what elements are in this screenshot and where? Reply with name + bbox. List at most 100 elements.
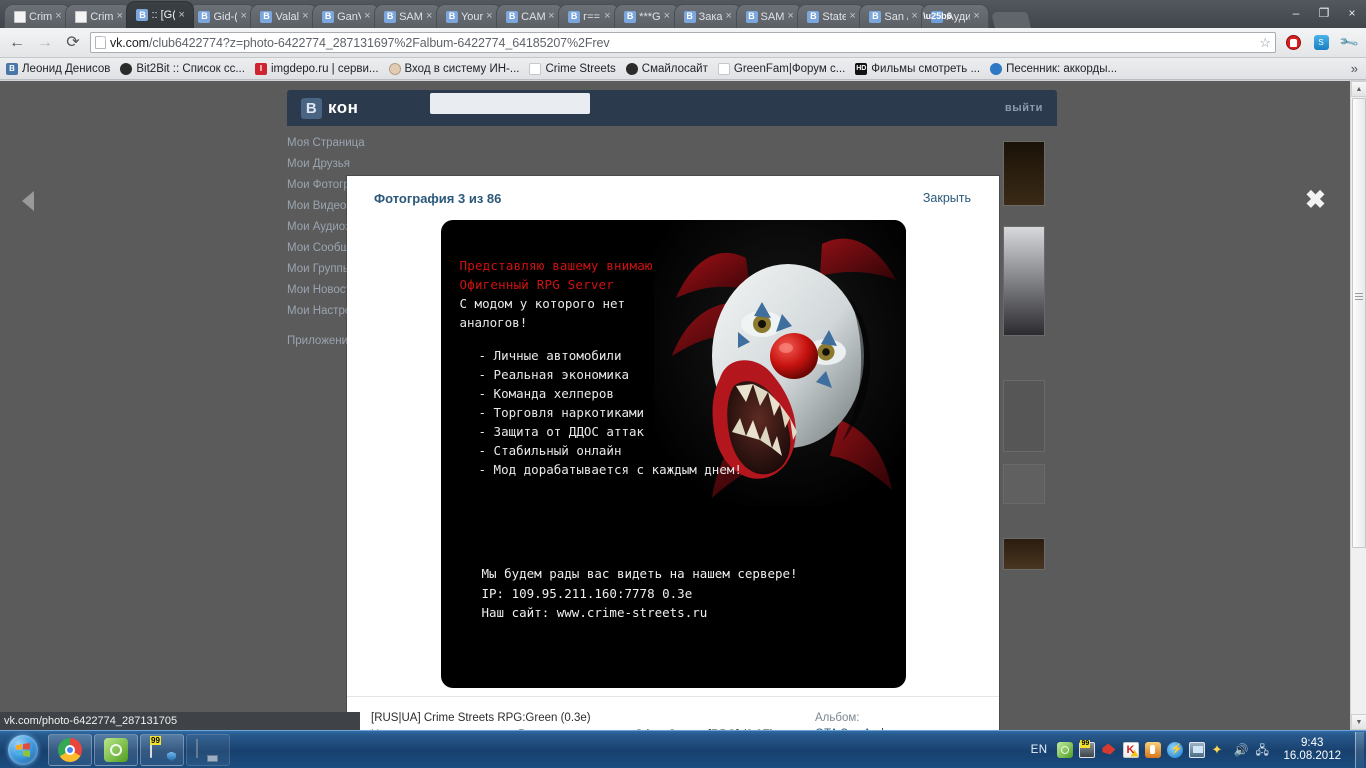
adblock-icon[interactable] [1282, 32, 1304, 54]
vk-logout-link[interactable]: выйти [1005, 102, 1043, 114]
tab-close-icon[interactable]: × [486, 11, 495, 22]
close-window-button[interactable]: × [1338, 3, 1366, 23]
photo-thumbnail[interactable] [1003, 226, 1045, 336]
vk-favicon-icon: B [198, 10, 211, 23]
language-indicator[interactable]: EN [1031, 744, 1048, 756]
wrench-icon[interactable]: 🔧 [1338, 31, 1360, 54]
tab-close-icon[interactable]: × [911, 11, 920, 22]
tab-close-icon[interactable]: × [548, 11, 557, 22]
sidebar-item-my-page[interactable]: Моя Страница [287, 133, 407, 154]
bookmark-item[interactable]: Песенник: аккорды... [990, 62, 1117, 75]
tab-close-icon[interactable]: × [240, 11, 249, 22]
tab-close-icon[interactable]: × [178, 9, 187, 21]
browser-tab[interactable]: B SAM × [374, 4, 442, 28]
reload-icon[interactable]: ⟳ [62, 32, 84, 54]
tab-close-icon[interactable]: × [55, 11, 64, 22]
bookmark-item[interactable]: HD Фильмы смотреть ... [855, 62, 980, 75]
green-circle-tray-icon[interactable] [1057, 741, 1074, 758]
bookmark-item[interactable]: Смайлосайт [625, 62, 708, 75]
browser-tab[interactable]: BGanV× [312, 4, 381, 28]
photo-meta: Альбом: GTA San Andreas Отправитель: Тро… [815, 710, 914, 730]
browser-tab[interactable]: Crim × [4, 4, 72, 28]
remote-desktop-icon [196, 738, 220, 762]
tab-close-icon[interactable]: × [302, 11, 311, 22]
skype-icon[interactable]: S [1310, 32, 1332, 54]
tab-close-icon[interactable]: × [604, 11, 613, 22]
browser-tab[interactable]: B Valal × [250, 4, 319, 28]
poster-feature: - Стабильный онлайн [478, 443, 622, 458]
tab-close-icon[interactable]: × [664, 11, 673, 22]
previous-photo-arrow-icon[interactable] [22, 191, 34, 211]
back-icon[interactable]: ← [6, 32, 28, 54]
photo-thumbnail[interactable] [1003, 538, 1045, 570]
blue-bolt-tray-icon[interactable] [1167, 741, 1184, 758]
photo-thumbnail[interactable] [1003, 464, 1045, 504]
photo-thumbnail[interactable] [1003, 380, 1045, 452]
tab-close-icon[interactable]: × [849, 11, 858, 22]
browser-tab[interactable]: Bг== × [558, 4, 621, 28]
close-viewer-icon[interactable]: ✖ [1305, 188, 1326, 213]
poster-headline-2: Офигенный RPG Server [459, 277, 615, 292]
browser-tab[interactable]: Crim × [65, 4, 133, 28]
tab-close-icon[interactable]: × [364, 11, 373, 22]
tab-close-icon[interactable]: × [426, 11, 435, 22]
scrollbar-thumb[interactable] [1352, 98, 1366, 548]
display-tray-icon[interactable] [1255, 742, 1271, 758]
page-scrollbar[interactable]: ▲ ▼ [1350, 81, 1366, 730]
maximize-button[interactable]: ❐ [1310, 3, 1338, 23]
new-tab-button[interactable] [991, 12, 1032, 28]
address-bar[interactable]: vk.com/club6422774?z=photo-6422774_28713… [90, 32, 1276, 53]
monitor-badge-tray-icon[interactable] [1079, 739, 1096, 758]
bookmark-item[interactable]: Crime Streets [529, 62, 616, 75]
vk-logo[interactable]: B кон [301, 97, 358, 119]
bookmark-star-icon[interactable]: ☆ [1259, 35, 1271, 51]
tab-close-icon[interactable]: × [726, 11, 735, 22]
kaspersky-tray-icon[interactable] [1123, 741, 1140, 758]
vk-favicon-icon: B [445, 10, 458, 23]
sidebar-item-my-friends[interactable]: Мои Друзья [287, 154, 407, 175]
scroll-up-arrow-icon[interactable]: ▲ [1351, 81, 1366, 97]
taskbar-chrome-button[interactable] [48, 733, 92, 766]
start-button[interactable] [0, 732, 46, 768]
taskbar-green-app-button[interactable] [94, 733, 138, 766]
bookmark-item[interactable]: GreenFam|Форум с... [717, 62, 846, 75]
browser-tab[interactable]: B Your × [435, 4, 503, 28]
java-tray-icon[interactable] [1145, 741, 1162, 758]
taskbar-samp-monitor-button[interactable]: 99 [140, 733, 184, 766]
show-desktop-button[interactable] [1355, 731, 1364, 768]
red-arrow-tray-icon[interactable] [1101, 742, 1117, 758]
forward-icon[interactable]: → [34, 32, 56, 54]
taskbar-remote-desktop-button[interactable] [186, 733, 230, 766]
photo-thumbnail[interactable] [1003, 141, 1045, 206]
bookmark-item[interactable]: Iimgdepo.ru | серви... [254, 62, 379, 75]
bookmarks-overflow-icon[interactable]: » [1351, 61, 1360, 76]
minimize-button[interactable]: – [1282, 3, 1310, 23]
tab-label: Ауди [946, 10, 971, 23]
browser-tab[interactable]: B SAM × [735, 4, 804, 28]
tab-close-icon[interactable]: × [787, 11, 796, 22]
browser-tab[interactable]: B Gid-(× [188, 4, 257, 28]
poster-server-ip: IP: 109.95.211.160:7778 0.3e [481, 585, 693, 601]
tab-close-icon[interactable]: × [973, 11, 982, 22]
browser-tab-active[interactable]: B:: [G(× [126, 1, 195, 28]
bookmark-label: GreenFam|Форум с... [733, 62, 846, 75]
browser-tab[interactable]: B CAM × [496, 4, 565, 28]
scroll-down-arrow-icon[interactable]: ▼ [1351, 714, 1366, 730]
lightbox-close-link[interactable]: Закрыть [923, 191, 971, 205]
browser-tab[interactable]: B Зака × [673, 4, 742, 28]
network-tray-icon[interactable] [1189, 741, 1206, 758]
bookmark-item[interactable]: Bit2Bit :: Список сс... [120, 62, 245, 75]
bookmark-item[interactable]: B Леонид Денисов [6, 62, 110, 75]
volume-tray-icon[interactable] [1233, 742, 1249, 758]
bookmark-item[interactable]: Вход в систему ИН-... [388, 62, 519, 75]
tab-label: SAM [760, 10, 785, 23]
browser-tab[interactable]: \u25b6 Ауди × [921, 4, 990, 28]
poster-image[interactable]: Представляю вашему внимаю Офигенный RPG … [440, 220, 906, 688]
browser-tab[interactable]: B San / × [859, 4, 928, 28]
vk-search-input[interactable] [430, 93, 590, 114]
browser-tab[interactable]: B ***G × [614, 4, 680, 28]
star-tray-icon[interactable] [1211, 742, 1227, 758]
tab-close-icon[interactable]: × [116, 11, 125, 22]
browser-tab[interactable]: B State × [797, 4, 866, 28]
clock[interactable]: 9:43 16.08.2012 [1283, 737, 1341, 763]
